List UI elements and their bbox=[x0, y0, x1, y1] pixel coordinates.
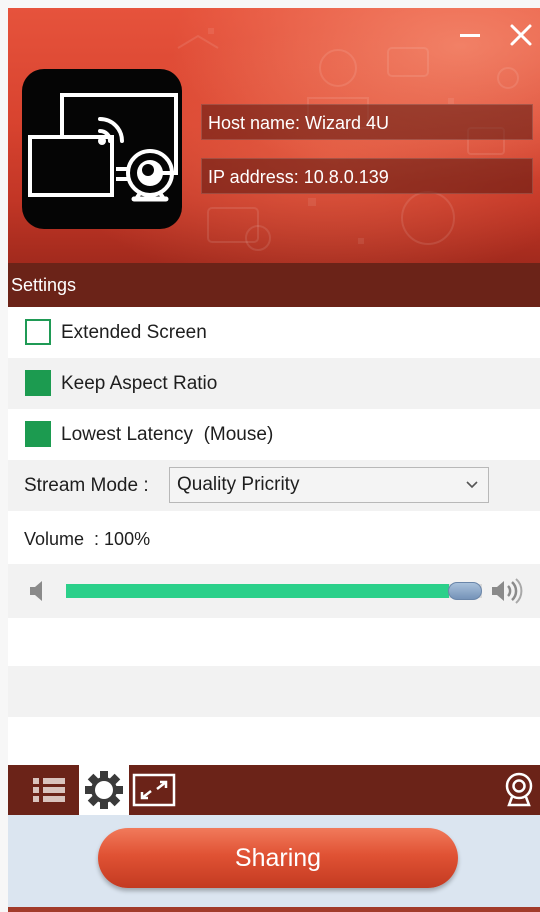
volume-slider-thumb[interactable] bbox=[448, 582, 482, 600]
minimize-button[interactable] bbox=[457, 22, 483, 48]
gear-icon bbox=[85, 771, 123, 809]
extended-screen-checkbox[interactable] bbox=[25, 319, 51, 345]
lowest-latency-checkbox[interactable] bbox=[25, 421, 51, 447]
empty-row bbox=[8, 666, 540, 717]
close-button[interactable] bbox=[508, 22, 534, 48]
volume-slider-track[interactable] bbox=[66, 582, 482, 600]
volume-slider-row bbox=[8, 564, 540, 618]
webcam-button[interactable] bbox=[499, 765, 539, 815]
volume-slider-fill bbox=[66, 584, 449, 598]
header-banner: Host name: Wizard 4U IP address: 10.8.0.… bbox=[8, 8, 540, 263]
volume-row: Volume : 100% bbox=[8, 511, 540, 564]
app-logo bbox=[22, 69, 182, 229]
close-icon bbox=[510, 24, 532, 46]
keep-aspect-ratio-label: Keep Aspect Ratio bbox=[61, 373, 218, 394]
volume-label: Volume : 100% bbox=[24, 529, 151, 549]
settings-section-title: Settings bbox=[8, 263, 540, 307]
volume-high-icon[interactable] bbox=[490, 578, 532, 604]
chevron-down-icon bbox=[464, 468, 480, 502]
sharing-button[interactable]: Sharing bbox=[98, 828, 458, 888]
webcam-icon bbox=[505, 772, 533, 807]
stream-mode-value: Quality Pricrity bbox=[177, 474, 300, 495]
extended-screen-label: Extended Screen bbox=[61, 322, 207, 343]
option-keep-aspect-ratio[interactable]: Keep Aspect Ratio bbox=[8, 358, 540, 409]
share-area: Sharing bbox=[8, 815, 540, 912]
option-lowest-latency[interactable]: Lowest Latency (Mouse) bbox=[8, 409, 540, 460]
app-window: Host name: Wizard 4U IP address: 10.8.0.… bbox=[8, 8, 540, 912]
lowest-latency-label: Lowest Latency (Mouse) bbox=[61, 424, 274, 445]
bottom-accent-strip bbox=[8, 907, 540, 912]
host-name-field: Host name: Wizard 4U bbox=[201, 104, 533, 140]
settings-tab-button[interactable] bbox=[79, 765, 129, 815]
list-icon bbox=[33, 778, 65, 802]
option-extended-screen[interactable]: Extended Screen bbox=[8, 307, 540, 358]
volume-low-icon[interactable] bbox=[28, 578, 48, 604]
minimize-icon bbox=[460, 34, 480, 37]
fit-screen-tab-button[interactable] bbox=[129, 765, 179, 815]
stream-mode-select[interactable]: Quality Pricrity bbox=[169, 467, 489, 503]
list-tab-button[interactable] bbox=[24, 765, 74, 815]
keep-aspect-ratio-checkbox[interactable] bbox=[25, 370, 51, 396]
fit-screen-icon bbox=[132, 773, 176, 807]
stream-mode-row: Stream Mode : Quality Pricrity bbox=[8, 460, 540, 511]
stream-mode-label: Stream Mode : bbox=[24, 475, 149, 496]
screen-cast-webcam-icon bbox=[28, 93, 178, 202]
ip-address-field: IP address: 10.8.0.139 bbox=[201, 158, 533, 194]
empty-row bbox=[8, 618, 540, 669]
bottom-toolbar bbox=[8, 765, 540, 815]
